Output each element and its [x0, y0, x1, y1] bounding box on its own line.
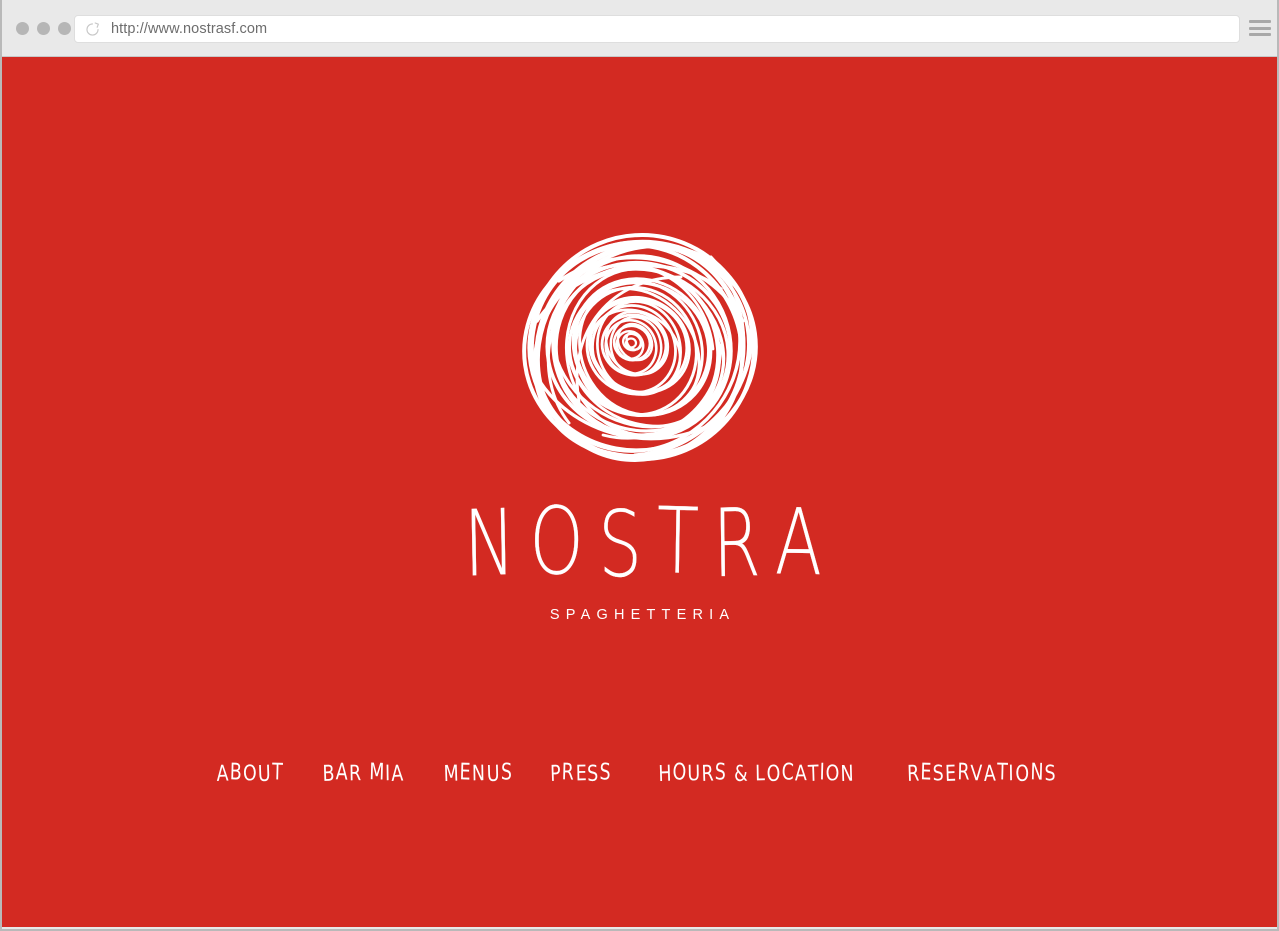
nav-link-press[interactable]: PRESS: [550, 759, 613, 787]
nav-link-bar-mia[interactable]: BAR MIA: [322, 759, 405, 787]
nav-link-hours-location[interactable]: HOURS & LOCATION: [658, 759, 856, 787]
menu-bar-2: [1249, 26, 1271, 30]
nav-link-menus[interactable]: MENUS: [443, 759, 513, 787]
window-controls[interactable]: [16, 22, 71, 35]
scribbled-rose-logo[interactable]: [515, 225, 765, 475]
close-window-dot[interactable]: [16, 22, 29, 35]
url-text[interactable]: http://www.nostrasf.com: [111, 22, 267, 37]
menu-bar-1: [1249, 20, 1271, 23]
brand-wordmark: NOSTRA SPAGHETTERIA: [2, 487, 1277, 623]
maximize-window-dot[interactable]: [58, 22, 71, 35]
hamburger-menu-icon[interactable]: [1249, 18, 1271, 38]
browser-window: http://www.nostrasf.com NOSTRA SPAGHETTE…: [0, 0, 1279, 931]
brand-subtitle: SPAGHETTERIA: [549, 607, 736, 623]
minimize-window-dot[interactable]: [37, 22, 50, 35]
brand-title: NOSTRA: [463, 487, 830, 600]
menu-bar-3: [1249, 33, 1271, 36]
rose-scribble-icon: [521, 233, 758, 462]
browser-toolbar: http://www.nostrasf.com: [2, 0, 1277, 57]
hero-section: NOSTRA SPAGHETTERIA ABOUT BAR MIA MENUS …: [2, 57, 1277, 927]
address-bar[interactable]: http://www.nostrasf.com: [74, 15, 1240, 43]
nav-link-about[interactable]: ABOUT: [217, 759, 285, 787]
main-navigation: ABOUT BAR MIA MENUS PRESS HOURS & LOCATI…: [2, 759, 1277, 787]
page-content: NOSTRA SPAGHETTERIA ABOUT BAR MIA MENUS …: [2, 57, 1277, 927]
reload-icon[interactable]: [85, 21, 100, 37]
nav-link-reservations[interactable]: RESERVATIONS: [906, 759, 1056, 787]
